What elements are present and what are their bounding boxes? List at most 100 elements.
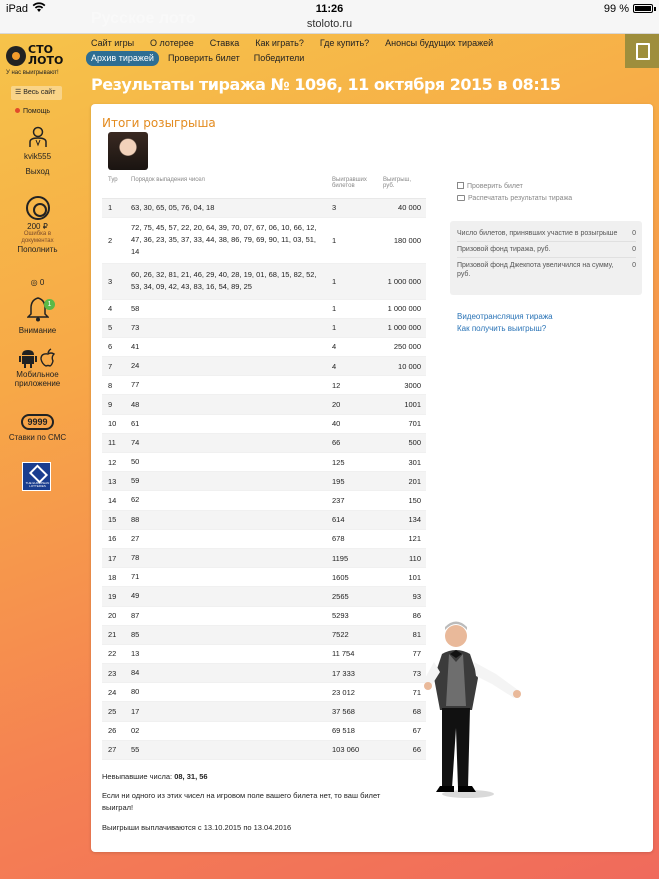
nav-item-about[interactable]: О лотерее xyxy=(150,38,194,48)
bonus-icon: ◎ xyxy=(30,278,38,287)
top-nav: Сайт игры О лотерее Ставка Как играть? Где к… xyxy=(91,38,509,48)
tab-archive[interactable]: Архив тиражей xyxy=(86,51,159,66)
logout-link[interactable]: Выход xyxy=(0,167,75,176)
tour-cell: 11 xyxy=(102,433,125,454)
all-site-button[interactable]: ☰ Весь сайт xyxy=(11,86,62,100)
winners-cell: 69 518 xyxy=(326,721,377,741)
table-row: 4 58 1 1 000 000 xyxy=(102,299,426,319)
sequence-cell: 48 xyxy=(125,394,326,415)
video-stream-link[interactable]: Видеотрансляция тиража xyxy=(457,311,553,323)
nav-item-game-site[interactable]: Сайт игры xyxy=(91,38,134,48)
all-site-label: Весь сайт xyxy=(23,89,56,96)
notifications-badge: 1 xyxy=(44,299,55,310)
table-row: 6 41 4 250 000 xyxy=(102,337,426,358)
check-ticket-link[interactable]: Проверить билет xyxy=(457,182,572,190)
payout-cell: 701 xyxy=(377,414,426,434)
tour-cell: 17 xyxy=(102,548,125,569)
table-row: 7 24 4 10 000 xyxy=(102,356,426,377)
winners-cell: 17 333 xyxy=(326,663,377,684)
payout-cell: 180 000 xyxy=(377,217,426,264)
tab-check-ticket[interactable]: Проверить билет xyxy=(163,51,245,66)
mobile-app-block[interactable]: Мобильное приложение xyxy=(0,348,75,388)
winners-cell: 1 xyxy=(326,217,377,264)
sequence-cell: 72, 75, 45, 57, 22, 20, 64, 39, 70, 07, … xyxy=(125,217,326,264)
table-row: 19 49 2565 93 xyxy=(102,586,426,607)
how-to-get-prize-link[interactable]: Как получить выигрыш? xyxy=(457,323,553,335)
winners-cell: 7522 xyxy=(326,625,377,645)
logo-line-2: ЛОТО xyxy=(28,54,64,67)
winners-cell: 4 xyxy=(326,356,377,377)
winners-cell: 195 xyxy=(326,471,377,492)
tab-winners[interactable]: Победители xyxy=(249,51,310,66)
bonus-block[interactable]: ◎ 0 xyxy=(0,278,75,287)
missing-numbers-value: 08, 31, 56 xyxy=(174,772,208,781)
payout-cell: 110 xyxy=(377,548,426,569)
payout-cell: 66 xyxy=(377,740,426,761)
nav-item-how-to-play[interactable]: Как играть? xyxy=(255,38,304,48)
payout-cell: 77 xyxy=(377,644,426,665)
winners-cell: 4 xyxy=(326,337,377,358)
sequence-cell: 78 xyxy=(125,548,326,569)
sequence-cell: 63, 30, 65, 05, 76, 04, 18 xyxy=(125,198,326,218)
username: kvik555 xyxy=(23,152,52,161)
table-row: 5 73 1 1 000 000 xyxy=(102,318,426,338)
tour-cell: 2 xyxy=(102,217,125,264)
tour-cell: 6 xyxy=(102,337,125,358)
help-dot-icon xyxy=(15,108,20,113)
help-link[interactable]: Помощь xyxy=(15,108,50,115)
payout-cell: 1 000 000 xyxy=(377,318,426,338)
payout-cell: 1001 xyxy=(377,394,426,415)
table-row: 2 72, 75, 45, 57, 22, 20, 64, 39, 70, 07,… xyxy=(102,217,426,264)
table-row: 8 77 12 3000 xyxy=(102,375,426,396)
bonus-count: 0 xyxy=(39,278,45,287)
wallet-block[interactable]: 200 ₽ Ошибка в документах Пополнить xyxy=(0,196,75,254)
menu-icon: ☰ xyxy=(15,89,22,96)
missing-numbers: Невыпавшие числа: 08, 31, 56 xyxy=(102,771,208,783)
table-row: 25 17 37 568 68 xyxy=(102,701,426,722)
sequence-cell: 58 xyxy=(125,299,326,319)
payout-cell: 500 xyxy=(377,433,426,454)
payout-cell: 40 000 xyxy=(377,198,426,218)
sub-nav: Архив тиражей Проверить билет Победители xyxy=(86,51,313,66)
sequence-cell: 88 xyxy=(125,510,326,530)
partner-logo-text: THE EUROPEAN LOTTERIES xyxy=(25,481,50,488)
results-panel: Итоги розыгрыша Тур Порядок выпадения чи… xyxy=(91,104,653,852)
sms-block[interactable]: 9999 Ставки по СМС xyxy=(0,414,75,442)
sidebar: СТО ЛОТО У нас выигрывают! ☰ Весь сайт П… xyxy=(0,34,75,879)
host-figure xyxy=(422,618,522,800)
payout-cell: 81 xyxy=(377,625,426,645)
balance-amount: 200 ₽ xyxy=(27,222,48,231)
stat-value: 0 xyxy=(632,262,636,269)
notifications-block[interactable]: 1 Внимание xyxy=(0,296,75,335)
winners-cell: 1605 xyxy=(326,567,377,588)
print-results-link[interactable]: Распечатать результаты тиража xyxy=(457,195,572,202)
european-lotteries-logo[interactable]: THE EUROPEAN LOTTERIES xyxy=(22,462,51,491)
table-row: 14 62 237 150 xyxy=(102,490,426,511)
ticket-actions: Проверить билет Распечатать результаты т… xyxy=(457,182,572,207)
stoloto-logo[interactable]: СТО ЛОТО У нас выигрывают! xyxy=(6,44,70,80)
stat-row: Число билетов, принявших участие в розыг… xyxy=(457,226,636,242)
missing-numbers-note: Если ни одного из этих чисел на игровом … xyxy=(102,791,381,812)
sequence-cell: 50 xyxy=(125,452,326,473)
table-row: 24 80 23 012 71 xyxy=(102,682,426,703)
draw-stats: Число билетов, принявших участие в розыг… xyxy=(450,221,642,295)
sequence-cell: 71 xyxy=(125,567,326,588)
user-block[interactable]: kvik555 Выход xyxy=(0,126,75,176)
table-row: 1 63, 30, 65, 05, 76, 04, 18 3 40 000 xyxy=(102,198,426,218)
nav-item-bet[interactable]: Ставка xyxy=(210,38,239,48)
topup-link[interactable]: Пополнить xyxy=(0,245,75,254)
table-row: 20 87 5293 86 xyxy=(102,606,426,626)
help-label: Помощь xyxy=(23,108,51,115)
copy-icon[interactable] xyxy=(625,34,659,68)
table-row: 27 55 103 060 66 xyxy=(102,740,426,761)
table-row: 3 60, 26, 32, 81, 21, 46, 29, 40, 28, 19,… xyxy=(102,263,426,300)
nav-item-announcements[interactable]: Анонсы будущих тиражей xyxy=(385,38,493,48)
winners-cell: 103 060 xyxy=(326,740,377,761)
table-row: 15 88 614 134 xyxy=(102,510,426,530)
payout-cell: 250 000 xyxy=(377,337,426,358)
winners-cell: 12 xyxy=(326,375,377,396)
nav-item-where-to-buy[interactable]: Где купить? xyxy=(320,38,369,48)
winners-cell: 125 xyxy=(326,452,377,473)
payout-cell: 150 xyxy=(377,490,426,511)
logo-mark-icon xyxy=(6,46,26,66)
